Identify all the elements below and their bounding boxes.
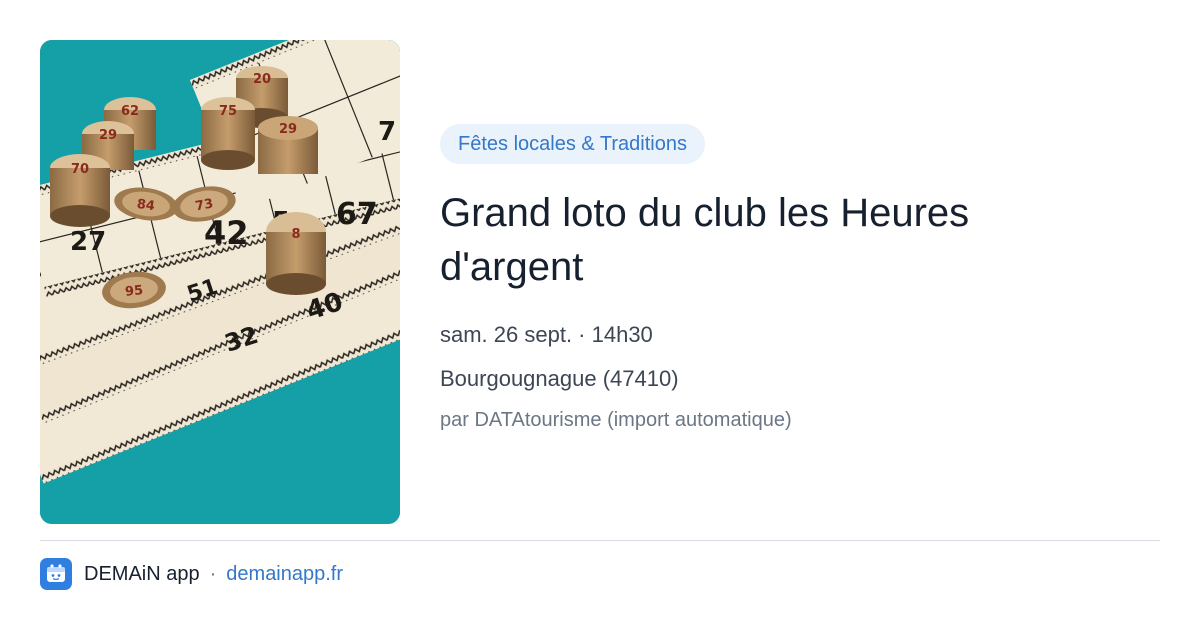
category-badge[interactable]: Fêtes locales & Traditions xyxy=(440,124,705,164)
app-name: DEMAiN app xyxy=(84,562,200,585)
barrel-number: 20 xyxy=(253,72,271,87)
barrel-number: 62 xyxy=(121,104,139,119)
event-location: Bourgougnague (47410) xyxy=(440,366,679,391)
card-number: 67 xyxy=(336,197,378,232)
barrel-number: 73 xyxy=(194,197,214,215)
event-datetime: sam. 26 sept. · 14h30 xyxy=(440,322,653,347)
barrel-number: 95 xyxy=(124,283,144,300)
loto-illustration: 53 7 67 42 27 5 40 32 51 20 75 xyxy=(40,40,400,524)
card-number: 27 xyxy=(70,227,106,257)
event-image: 53 7 67 42 27 5 40 32 51 20 75 xyxy=(40,40,400,524)
barrel-number: 8 xyxy=(291,227,300,242)
barrel-number: 29 xyxy=(279,122,297,137)
app-domain-link[interactable]: demainapp.fr xyxy=(226,563,343,586)
footer-separator: · xyxy=(209,562,217,585)
footer-divider xyxy=(40,540,1160,541)
event-details: Fêtes locales & Traditions Grand loto du… xyxy=(440,124,1140,434)
footer: DEMAiN app · demainapp.fr xyxy=(40,558,343,590)
barrel-number: 84 xyxy=(136,197,156,214)
barrel-number: 70 xyxy=(71,162,89,177)
barrel-number: 29 xyxy=(99,128,117,143)
card-number: 7 xyxy=(378,117,396,147)
event-source: par DATAtourisme (import automatique) xyxy=(440,409,792,431)
barrel-number: 75 xyxy=(219,104,237,119)
event-title[interactable]: Grand loto du club les Heures d'argent xyxy=(440,186,1080,294)
demain-app-icon[interactable] xyxy=(40,558,72,590)
